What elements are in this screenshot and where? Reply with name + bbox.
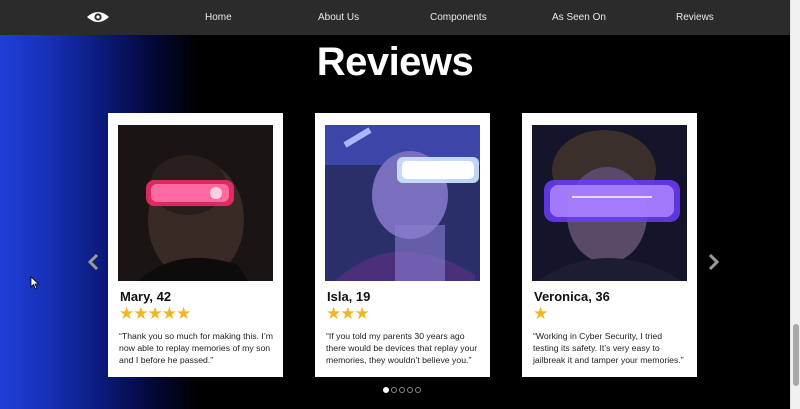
nav-link-reviews[interactable]: Reviews — [676, 12, 714, 23]
carousel-dot[interactable] — [415, 387, 421, 393]
chevron-right-icon[interactable] — [706, 253, 720, 271]
reviewer-name: Isla, 19 — [327, 289, 371, 304]
page-scrollbar[interactable] — [790, 0, 800, 409]
carousel-dot[interactable] — [407, 387, 413, 393]
review-card: Mary, 42 ★★★★★ “Thank you so much for ma… — [108, 113, 283, 377]
nav-link-as-seen-on[interactable]: As Seen On — [552, 12, 606, 23]
nav-link-about-us[interactable]: About Us — [318, 12, 359, 23]
star-rating: ★ — [533, 304, 548, 323]
mouse-cursor-icon — [30, 276, 40, 290]
reviewer-name: Veronica, 36 — [534, 289, 610, 304]
carousel-dot[interactable] — [383, 387, 389, 393]
reviewer-photo — [325, 125, 480, 281]
section-title: Reviews — [316, 40, 474, 84]
review-quote: “Thank you so much for making this. I’m … — [119, 331, 274, 365]
reviewer-name: Mary, 42 — [120, 289, 172, 304]
review-quote: “If you told my parents 30 years ago the… — [326, 331, 478, 365]
eye-icon[interactable] — [86, 10, 110, 24]
nav-link-home[interactable]: Home — [205, 12, 232, 23]
nav-link-components[interactable]: Components — [430, 12, 487, 23]
review-card: Isla, 19 ★★★ “If you told my parents 30 … — [315, 113, 490, 377]
review-quote: “Working in Cyber Security, I tried test… — [533, 331, 684, 365]
chevron-left-icon[interactable] — [87, 253, 101, 271]
reviewer-photo — [118, 125, 273, 281]
carousel-dot[interactable] — [399, 387, 405, 393]
top-navbar: Home About Us Components As Seen On Revi… — [0, 0, 790, 35]
carousel-indicators — [383, 387, 421, 393]
scrollbar-thumb[interactable] — [793, 324, 799, 386]
carousel-dot[interactable] — [391, 387, 397, 393]
review-card: Veronica, 36 ★ “Working in Cyber Securit… — [522, 113, 697, 377]
reviewer-photo — [532, 125, 687, 281]
star-rating: ★★★★★ — [119, 304, 191, 323]
star-rating: ★★★ — [326, 304, 370, 323]
